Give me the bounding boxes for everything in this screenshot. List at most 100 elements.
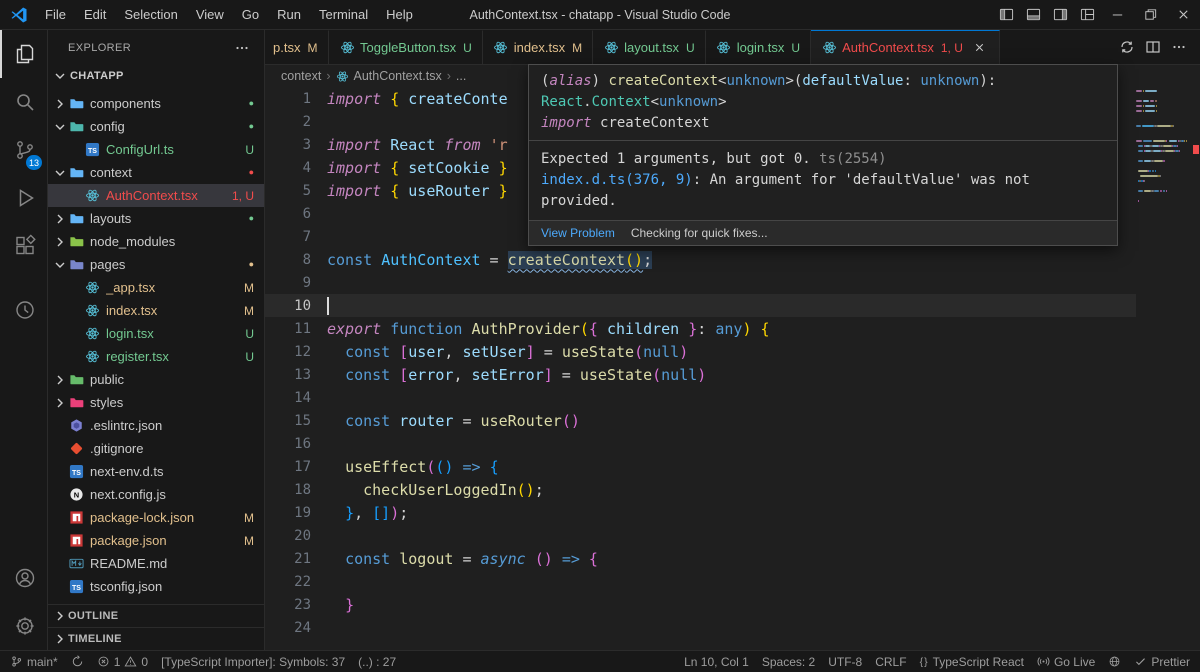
breadcrumb-separator: › (326, 69, 331, 83)
menu-go[interactable]: Go (233, 0, 268, 30)
breadcrumb-item-...[interactable]: ... (456, 69, 466, 83)
symbol-count-status[interactable]: (..) : 27 (358, 655, 396, 669)
settings-activity-button[interactable] (0, 602, 47, 650)
react-icon (821, 40, 837, 56)
tab-index.tsx[interactable]: index.tsx M (482, 30, 594, 64)
status-text: Go Live (1053, 654, 1096, 669)
search-activity-button[interactable] (0, 78, 47, 126)
tree-folder-styles[interactable]: styles (48, 391, 264, 414)
encoding-status[interactable]: UTF-8 (828, 655, 862, 669)
tree-file-_app.tsx[interactable]: _app.tsx M (48, 276, 264, 299)
cursor-position-status[interactable]: Ln 10, Col 1 (684, 655, 749, 669)
tab-layout.tsx[interactable]: layout.tsx U (593, 30, 706, 64)
code-line: 19 }, []); (265, 501, 1136, 524)
menu-view[interactable]: View (187, 0, 233, 30)
tree-file-package.json[interactable]: package.json M (48, 529, 264, 552)
tree-file-package-lock.json[interactable]: package-lock.json M (48, 506, 264, 529)
go-live-status[interactable]: Go Live (1037, 655, 1095, 669)
tree-file-next-env.d.ts[interactable]: TS next-env.d.ts (48, 460, 264, 483)
tree-file-index.tsx[interactable]: index.tsx M (48, 299, 264, 322)
customize-layout-button[interactable] (1074, 0, 1101, 30)
tree-file-ConfigUrl.ts[interactable]: TS ConfigUrl.ts U (48, 138, 264, 161)
code-text: const [user, setUser] = useState(null) (327, 343, 688, 361)
split-editor-button[interactable] (1140, 34, 1166, 60)
npm-icon (68, 510, 84, 526)
close-button[interactable] (1167, 0, 1200, 30)
prettier-status[interactable]: Prettier (1134, 655, 1190, 669)
code-token: } (498, 181, 508, 200)
menu-file[interactable]: File (36, 0, 75, 30)
menu-terminal[interactable]: Terminal (310, 0, 377, 30)
extensions-icon (13, 234, 37, 258)
breadcrumb-item-context[interactable]: context (281, 69, 321, 83)
explorer-activity-button[interactable] (0, 30, 47, 78)
panel-outline[interactable]: OUTLINE (48, 604, 264, 627)
menu-run[interactable]: Run (268, 0, 310, 30)
ts-icon: TS (68, 464, 84, 480)
error-icon (97, 655, 110, 668)
ts-importer-status[interactable]: [TypeScript Importer]: Symbols: 37 (161, 655, 345, 669)
menu-edit[interactable]: Edit (75, 0, 115, 30)
tree-folder-context[interactable]: context ● (48, 161, 264, 184)
code-text: }, []); (327, 504, 408, 522)
tab-AuthContext.tsx[interactable]: AuthContext.tsx 1, U (811, 30, 1000, 64)
tree-item-label: styles (90, 395, 124, 410)
minimize-button[interactable] (1101, 0, 1134, 30)
tree-file-.eslintrc.json[interactable]: .eslintrc.json (48, 414, 264, 437)
tree-file-README.md[interactable]: README.md (48, 552, 264, 575)
tree-file-tsconfig.json[interactable]: TS tsconfig.json (48, 575, 264, 598)
compare-icon (1119, 39, 1135, 55)
close-tab-button[interactable] (971, 39, 989, 57)
tree-file-next.config.js[interactable]: Nnext.config.js (48, 483, 264, 506)
close-icon (1176, 7, 1191, 22)
tab-p.tsx[interactable]: p.tsx M (265, 30, 329, 64)
extra-activity-button[interactable] (0, 286, 47, 334)
menu-help[interactable]: Help (377, 0, 422, 30)
tree-folder-layouts[interactable]: layouts ● (48, 207, 264, 230)
tree-folder-pages[interactable]: pages ● (48, 253, 264, 276)
open-changes-button[interactable] (1114, 34, 1140, 60)
toggle-panel-button[interactable] (1020, 0, 1047, 30)
view-problem-link[interactable]: View Problem (541, 226, 615, 240)
extensions-activity-button[interactable] (0, 222, 47, 270)
code-token: [ (399, 342, 409, 361)
run-debug-activity-button[interactable] (0, 174, 47, 222)
editor-more-actions-button[interactable] (1166, 34, 1192, 60)
source-control-activity-button[interactable]: 13 (0, 126, 47, 174)
tree-folder-public[interactable]: public (48, 368, 264, 391)
tree-file-.gitignore[interactable]: .gitignore (48, 437, 264, 460)
problems-status[interactable]: 10 (97, 655, 148, 669)
tab-ToggleButton.tsx[interactable]: ToggleButton.tsx U (329, 30, 483, 64)
toggle-primary-sidebar-button[interactable] (993, 0, 1020, 30)
tree-folder-components[interactable]: components ● (48, 92, 264, 115)
tree-file-login.tsx[interactable]: login.tsx U (48, 322, 264, 345)
tree-item-label: index.tsx (106, 303, 158, 318)
language-mode-status[interactable]: {} TypeScript React (920, 655, 1024, 669)
toggle-secondary-sidebar-button[interactable] (1047, 0, 1074, 30)
tree-folder-node_modules[interactable]: node_modules (48, 230, 264, 253)
breadcrumb-item-AuthContext.tsx[interactable]: AuthContext.tsx (335, 69, 442, 83)
tab-login.tsx[interactable]: login.tsx U (705, 30, 812, 64)
sync-status[interactable] (71, 655, 84, 668)
tree-file-register.tsx[interactable]: register.tsx U (48, 345, 264, 368)
minimap-segment (1138, 170, 1148, 172)
explorer-more-icon[interactable] (234, 40, 250, 56)
tree-item-label: config (90, 119, 125, 134)
restore-button[interactable] (1134, 0, 1167, 30)
code-token: . (583, 94, 592, 110)
menu-selection[interactable]: Selection (115, 0, 186, 30)
git-branch-status[interactable]: main* (10, 655, 58, 669)
panel-timeline[interactable]: TIMELINE (48, 627, 264, 650)
minimap[interactable] (1136, 87, 1192, 650)
workspace-header[interactable]: CHATAPP (48, 65, 264, 87)
tree-file-AuthContext.tsx[interactable]: AuthContext.tsx 1, U (48, 184, 264, 207)
accounts-activity-button[interactable] (0, 554, 47, 602)
tree-item-label: components (90, 96, 161, 111)
eol-status[interactable]: CRLF (875, 655, 906, 669)
extension-status[interactable] (1108, 655, 1121, 668)
indentation-status[interactable]: Spaces: 2 (762, 655, 815, 669)
tree-folder-config[interactable]: config ● (48, 115, 264, 138)
